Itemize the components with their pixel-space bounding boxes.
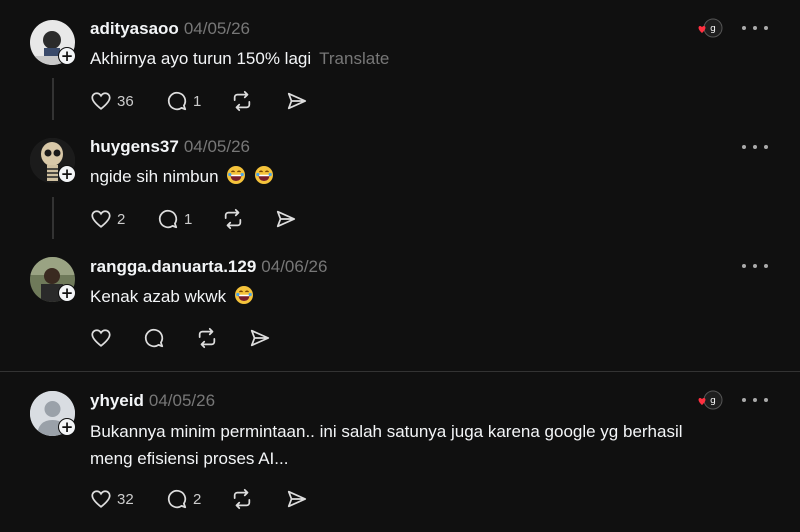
post-date[interactable]: 04/06/26 [261, 257, 327, 276]
grinning-emoji-icon [234, 286, 253, 304]
translate-link[interactable]: Translate [319, 49, 389, 68]
like-count: 36 [117, 92, 134, 110]
action-bar [90, 327, 271, 349]
repost-icon [233, 488, 251, 510]
reply-button[interactable] [143, 327, 196, 349]
reply-button[interactable]: 1 [166, 90, 231, 112]
action-bar: 2 1 [90, 208, 297, 230]
post-text: Bukannya minim permintaan.. ini salah sa… [90, 418, 683, 472]
heart-icon [91, 329, 111, 347]
reply-button[interactable]: 2 [166, 488, 231, 510]
post-date[interactable]: 04/05/26 [184, 19, 250, 38]
share-icon [287, 490, 307, 508]
post-text: ngide sih nimbun [90, 163, 274, 190]
share-button[interactable] [286, 90, 308, 112]
thread-line [52, 78, 54, 120]
repost-icon [224, 208, 242, 230]
follow-plus-icon[interactable]: + [58, 418, 76, 436]
thread-divider [0, 371, 800, 372]
repost-button[interactable] [231, 488, 286, 510]
post-text-line: Bukannya minim permintaan.. ini salah sa… [90, 422, 683, 441]
more-options-icon[interactable] [742, 140, 768, 154]
post-text: Kenak azab wkwk [90, 283, 254, 310]
reply-count: 1 [193, 92, 202, 110]
more-options-icon[interactable] [742, 259, 768, 273]
heart-icon [91, 210, 111, 228]
svg-text:g: g [710, 24, 716, 34]
heart-icon [91, 490, 111, 508]
heart-icon [91, 92, 111, 110]
post-date[interactable]: 04/05/26 [184, 137, 250, 156]
comment-icon [158, 209, 178, 229]
post-header: huygens37 04/05/26 [90, 137, 250, 157]
verified-heart-badge-icon: g [698, 390, 723, 410]
post-header: rangga.danuarta.129 04/06/26 [90, 257, 327, 277]
like-button[interactable]: 36 [90, 90, 166, 112]
share-button[interactable] [249, 327, 271, 349]
like-button[interactable]: 2 [90, 208, 157, 230]
post-date[interactable]: 04/05/26 [149, 391, 215, 410]
username[interactable]: huygens37 [90, 137, 179, 156]
grinning-emoji-icon [227, 166, 246, 184]
comment-icon [167, 91, 187, 111]
comment-icon [167, 489, 187, 509]
username[interactable]: yhyeid [90, 391, 144, 410]
follow-plus-icon[interactable]: + [58, 284, 76, 302]
action-bar: 32 2 [90, 488, 308, 510]
grinning-emoji-icon [255, 166, 273, 184]
share-button[interactable] [286, 488, 308, 510]
comment-icon [144, 328, 164, 348]
follow-plus-icon[interactable]: + [58, 165, 76, 183]
reply-count: 1 [184, 210, 193, 228]
post-header: yhyeid 04/05/26 [90, 391, 215, 411]
reply-button[interactable]: 1 [157, 208, 222, 230]
post-text-line: meng efisiensi proses AI... [90, 449, 289, 468]
more-options-icon[interactable] [742, 393, 768, 407]
repost-button[interactable] [196, 327, 249, 349]
username[interactable]: rangga.danuarta.129 [90, 257, 256, 276]
repost-icon [198, 327, 216, 349]
repost-icon [233, 90, 251, 112]
repost-button[interactable] [231, 90, 286, 112]
like-count: 2 [117, 210, 126, 228]
svg-text:g: g [710, 396, 716, 406]
share-icon [276, 210, 296, 228]
like-count: 32 [117, 490, 134, 508]
post-text: Akhirnya ayo turun 150% lagi Translate [90, 49, 390, 68]
share-icon [287, 92, 307, 110]
follow-plus-icon[interactable]: + [58, 47, 76, 65]
like-button[interactable]: 32 [90, 488, 166, 510]
username[interactable]: adityasaoo [90, 19, 179, 38]
like-button[interactable] [90, 327, 143, 349]
share-icon [250, 329, 270, 347]
reply-count: 2 [193, 490, 202, 508]
post-header: adityasaoo 04/05/26 [90, 19, 250, 39]
repost-button[interactable] [222, 208, 275, 230]
more-options-icon[interactable] [742, 21, 768, 35]
thread-line [52, 197, 54, 239]
verified-heart-badge-icon: g [698, 18, 723, 38]
share-button[interactable] [275, 208, 297, 230]
action-bar: 36 1 [90, 90, 308, 112]
